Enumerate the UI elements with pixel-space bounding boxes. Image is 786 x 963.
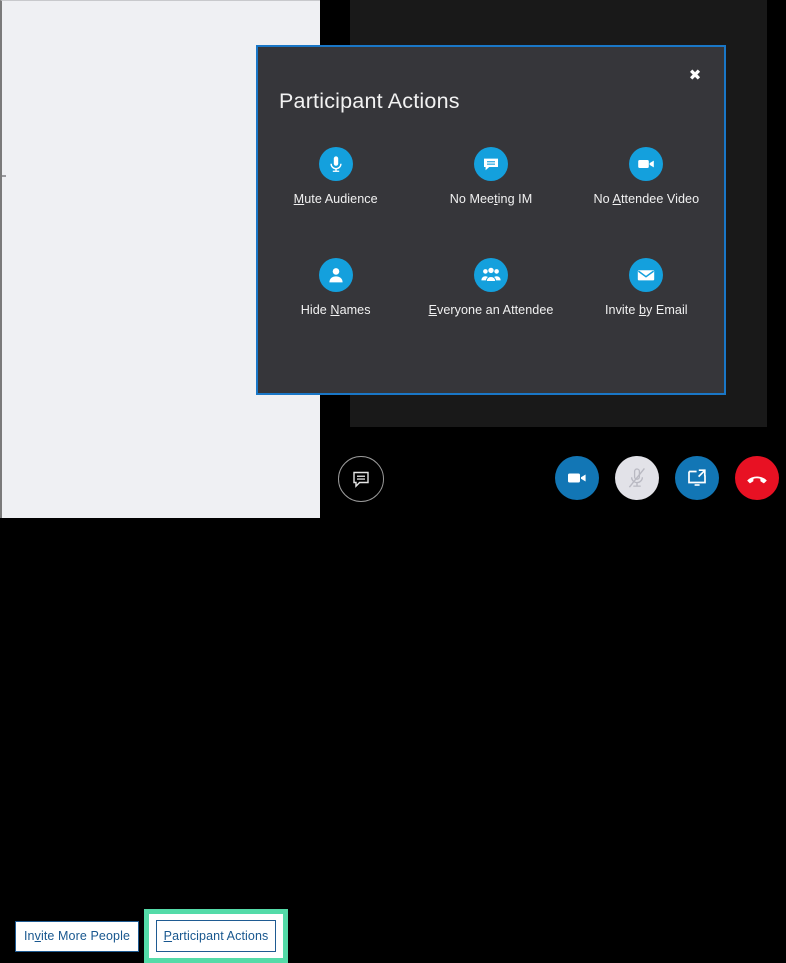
action-invite-by-email[interactable]: Invite by Email bbox=[569, 258, 724, 317]
action-mute-audience[interactable]: Mute Audience bbox=[258, 147, 413, 206]
invite-more-people-label: Invite More People bbox=[23, 929, 131, 944]
close-icon[interactable]: ✖ bbox=[684, 64, 706, 86]
participant-actions-button[interactable]: Participant Actions bbox=[156, 920, 276, 952]
action-label: Invite by Email bbox=[604, 303, 688, 317]
action-label: Hide Names bbox=[300, 303, 371, 317]
hang-up-icon bbox=[744, 465, 770, 491]
action-row-2: Hide Names Everyone an Attendee Invite b… bbox=[258, 258, 724, 317]
envelope-icon bbox=[629, 258, 664, 292]
action-no-attendee-video[interactable]: No Attendee Video bbox=[569, 147, 724, 206]
call-control-bar bbox=[320, 440, 786, 518]
present-screen-icon bbox=[685, 466, 709, 490]
microphone-icon bbox=[318, 147, 353, 181]
participant-actions-label: Participant Actions bbox=[163, 928, 269, 943]
application-window: Invite More People Participant Actions ✖… bbox=[0, 0, 786, 963]
video-camera-icon bbox=[629, 147, 664, 181]
action-label: Mute Audience bbox=[293, 192, 378, 206]
person-icon bbox=[318, 258, 353, 292]
action-everyone-an-attendee[interactable]: Everyone an Attendee bbox=[413, 258, 568, 317]
present-screen-button[interactable] bbox=[675, 456, 719, 500]
action-label: Everyone an Attendee bbox=[428, 303, 554, 317]
chat-bubble-icon bbox=[473, 147, 508, 181]
people-group-icon bbox=[473, 258, 508, 292]
microphone-button[interactable] bbox=[615, 456, 659, 500]
hang-up-button[interactable] bbox=[735, 456, 779, 500]
invite-more-people-button[interactable]: Invite More People bbox=[15, 921, 139, 952]
pane-divider-notch bbox=[2, 175, 6, 177]
action-hide-names[interactable]: Hide Names bbox=[258, 258, 413, 317]
action-label: No Attendee Video bbox=[593, 192, 700, 206]
instant-message-button[interactable] bbox=[338, 456, 384, 502]
action-row-1: Mute Audience No Meeting IM No Attendee … bbox=[258, 147, 724, 206]
video-button[interactable] bbox=[555, 456, 599, 500]
pane-button-bar: Invite More People Participant Actions bbox=[0, 450, 320, 963]
microphone-muted-icon bbox=[624, 465, 650, 491]
participant-actions-grid: Mute Audience No Meeting IM No Attendee … bbox=[258, 147, 724, 317]
dialog-title: Participant Actions bbox=[279, 89, 460, 113]
action-label: No Meeting IM bbox=[449, 192, 533, 206]
video-camera-icon bbox=[565, 466, 589, 490]
action-no-meeting-im[interactable]: No Meeting IM bbox=[413, 147, 568, 206]
participant-actions-dialog: ✖ Participant Actions Mute Audience No M… bbox=[256, 45, 726, 395]
chat-bubble-icon bbox=[351, 469, 371, 489]
